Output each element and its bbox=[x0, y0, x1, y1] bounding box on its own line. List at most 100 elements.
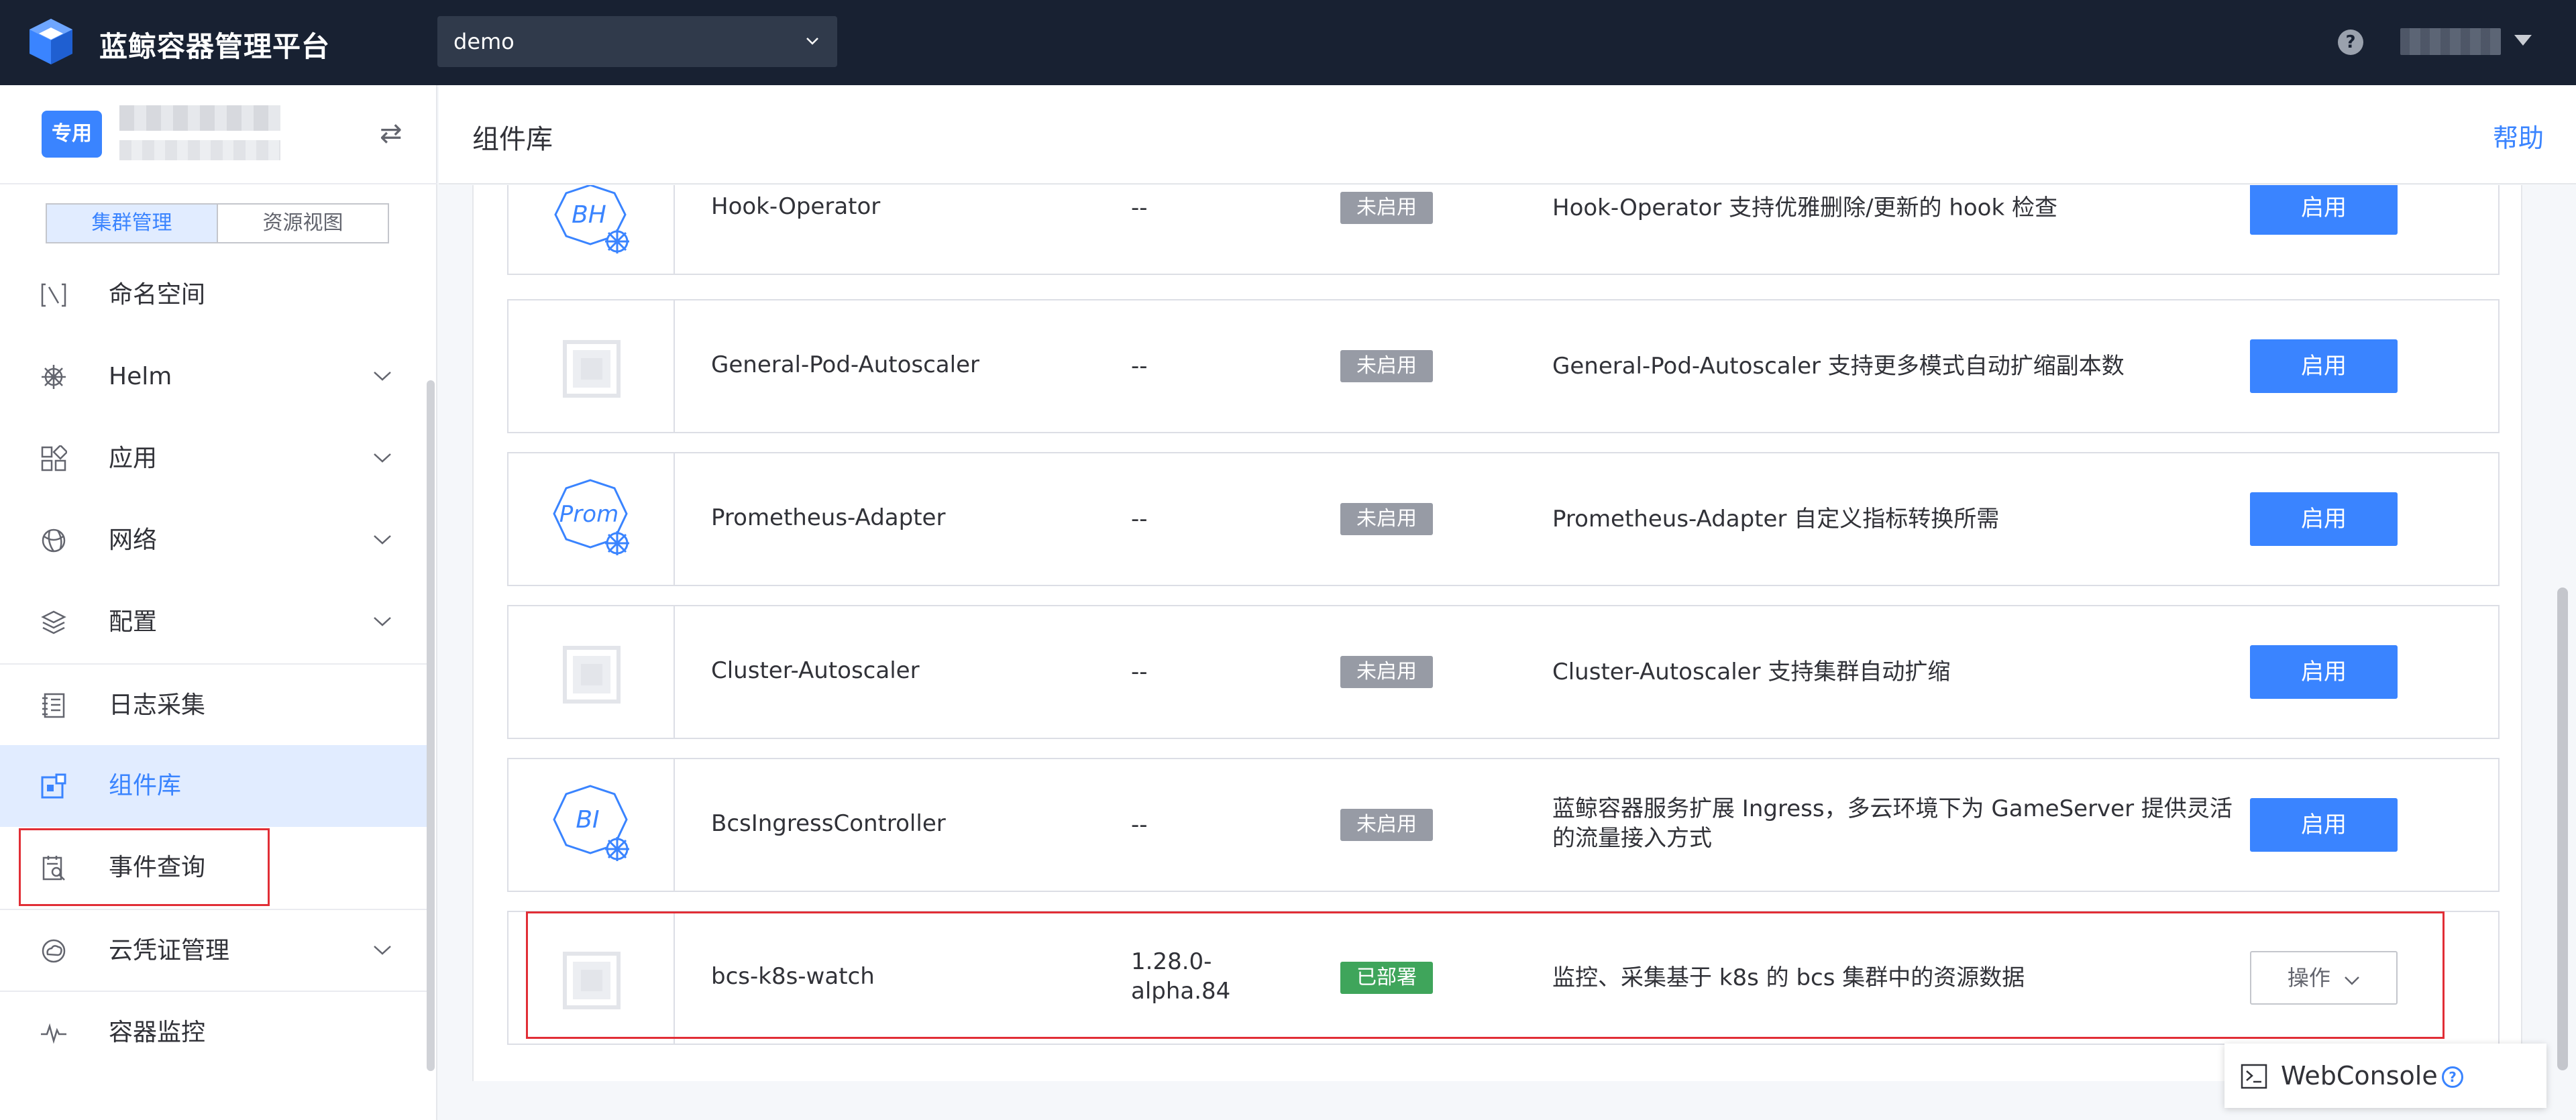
prometheus-adapter-logo-icon: Prom bbox=[553, 479, 629, 555]
log-icon bbox=[42, 693, 65, 718]
help-link[interactable]: 帮助 bbox=[2493, 117, 2544, 154]
enable-button[interactable]: 启用 bbox=[2250, 339, 2398, 393]
component-logo-cell: BH bbox=[508, 185, 675, 274]
page-title: 组件库 bbox=[472, 124, 553, 155]
component-description: General-Pod-Autoscaler 支持更多模式自动扩缩副本数 bbox=[1552, 353, 2125, 380]
component-name: Cluster-Autoscaler bbox=[711, 657, 920, 684]
component-description: 蓝鲸容器服务扩展 Ingress，多云环境下为 GameServer 提供灵活的… bbox=[1552, 795, 2233, 852]
terminal-icon bbox=[2241, 1064, 2267, 1089]
project-select-value: demo bbox=[453, 29, 515, 54]
sidebar-item-cloud-credential[interactable]: 云凭证管理 bbox=[0, 909, 428, 991]
chevron-down-icon bbox=[374, 535, 391, 545]
svg-text:BH: BH bbox=[572, 201, 606, 229]
apps-icon bbox=[41, 445, 67, 471]
status-badge: 未启用 bbox=[1340, 809, 1433, 841]
hook-operator-logo-icon: BH bbox=[554, 185, 629, 254]
component-logo-cell: Prom bbox=[508, 453, 675, 585]
component-logo-cell bbox=[508, 606, 675, 738]
component-version: -- bbox=[1131, 506, 1148, 533]
component-version: -- bbox=[1131, 811, 1148, 838]
default-component-icon bbox=[563, 340, 621, 398]
selected-row-highlight bbox=[526, 911, 2445, 1039]
sidebar-item-apps[interactable]: 应用 bbox=[0, 418, 428, 500]
sidebar-item-config[interactable]: 配置 bbox=[0, 581, 428, 663]
component-description: Prometheus-Adapter 自定义指标转换所需 bbox=[1552, 506, 2000, 533]
sidebar-item-namespace[interactable]: 命名空间 bbox=[0, 254, 428, 336]
sidebar-item-label: 应用 bbox=[109, 445, 158, 472]
tab-resource-view[interactable]: 资源视图 bbox=[218, 205, 388, 242]
component-description: Cluster-Autoscaler 支持集群自动扩缩 bbox=[1552, 659, 1951, 685]
switch-cluster-icon[interactable]: ⇄ bbox=[380, 120, 407, 147]
component-name: Hook-Operator bbox=[711, 193, 881, 220]
tab-cluster-management[interactable]: 集群管理 bbox=[47, 205, 218, 242]
component-version: -- bbox=[1131, 659, 1148, 685]
sidebar-item-container-monitor[interactable]: 容器监控 bbox=[0, 991, 428, 1072]
status-badge: 未启用 bbox=[1340, 503, 1433, 535]
user-caret-icon[interactable] bbox=[2514, 35, 2532, 46]
sidebar-item-label: 命名空间 bbox=[109, 281, 206, 309]
component-description: Hook-Operator 支持优雅删除/更新的 hook 检查 bbox=[1552, 194, 2057, 221]
enable-button[interactable]: 启用 bbox=[2250, 492, 2398, 546]
sidebar-item-component-library[interactable]: 组件库 bbox=[0, 745, 428, 827]
cluster-selector[interactable]: 专用 ⇄ bbox=[0, 85, 437, 184]
status-badge: 未启用 bbox=[1340, 192, 1433, 224]
chevron-down-icon bbox=[374, 946, 391, 955]
help-icon[interactable]: ? bbox=[2338, 30, 2363, 55]
network-icon bbox=[42, 528, 66, 553]
chevron-down-icon bbox=[374, 372, 391, 381]
chevron-down-icon bbox=[806, 38, 818, 45]
component-logo-cell bbox=[508, 300, 675, 432]
layers-icon bbox=[41, 610, 66, 634]
sidebar-item-log-collection[interactable]: 日志采集 bbox=[0, 663, 428, 745]
sidebar-scrollbar[interactable] bbox=[427, 380, 435, 1071]
namespace-icon bbox=[41, 283, 66, 307]
enable-button[interactable]: 启用 bbox=[2250, 185, 2398, 235]
component-list: BH Hook-Operator -- 未启用 Hook-Operator 支持… bbox=[472, 185, 2522, 1081]
pulse-icon bbox=[41, 1023, 66, 1044]
status-badge: 未启用 bbox=[1340, 350, 1433, 382]
sidebar-nav: 命名空间 Helm 应用 网络 配置 日志采集 组件库 事件查询 云凭证管理 容… bbox=[0, 254, 428, 1072]
sidebar-item-label: Helm bbox=[109, 363, 172, 390]
sidebar-item-label: 日志采集 bbox=[109, 691, 206, 719]
cluster-name-blurred bbox=[119, 105, 280, 131]
enable-button[interactable]: 启用 bbox=[2250, 798, 2398, 852]
component-name: General-Pod-Autoscaler bbox=[711, 351, 979, 378]
enable-button[interactable]: 启用 bbox=[2250, 645, 2398, 699]
view-switch: 集群管理 资源视图 bbox=[46, 203, 389, 243]
webconsole-label: WebConsole bbox=[2281, 1061, 2438, 1090]
chevron-down-icon bbox=[374, 617, 391, 626]
sidebar-item-label: 配置 bbox=[109, 608, 158, 636]
cluster-type-badge: 专用 bbox=[42, 111, 102, 158]
default-component-icon bbox=[563, 646, 621, 704]
component-row: Cluster-Autoscaler -- 未启用 Cluster-Autosc… bbox=[507, 605, 2500, 739]
status-badge: 未启用 bbox=[1340, 656, 1433, 688]
bluking-logo-icon[interactable] bbox=[25, 16, 76, 67]
component-version: -- bbox=[1131, 194, 1148, 221]
cloud-credential-icon bbox=[42, 939, 66, 963]
content-header: 组件库 帮助 bbox=[439, 85, 2576, 184]
component-row: General-Pod-Autoscaler -- 未启用 General-Po… bbox=[507, 299, 2500, 433]
bcs-ingress-logo-icon: BI bbox=[553, 785, 629, 861]
sidebar-item-label: 云凭证管理 bbox=[109, 937, 230, 964]
component-logo-cell: BI bbox=[508, 759, 675, 891]
component-name: Prometheus-Adapter bbox=[711, 504, 946, 531]
component-row: BI BcsIngressController -- 未启用 蓝鲸容器服务扩展 … bbox=[507, 758, 2500, 892]
component-icon bbox=[41, 773, 66, 799]
question-icon[interactable]: ? bbox=[2442, 1066, 2463, 1088]
sidebar-item-label: 容器监控 bbox=[109, 1019, 206, 1046]
user-name-blurred[interactable] bbox=[2400, 28, 2501, 55]
component-version: -- bbox=[1131, 353, 1148, 380]
app-title[interactable]: 蓝鲸容器管理平台 bbox=[99, 24, 330, 65]
svg-text:Prom: Prom bbox=[559, 501, 619, 528]
content-scrollbar[interactable] bbox=[2557, 587, 2568, 1070]
sidebar-item-network[interactable]: 网络 bbox=[0, 500, 428, 581]
project-select[interactable]: demo bbox=[437, 16, 837, 67]
webconsole-button[interactable]: WebConsole ? bbox=[2224, 1044, 2546, 1108]
sidebar-item-label: 组件库 bbox=[109, 772, 182, 799]
sidebar: 专用 ⇄ 集群管理 资源视图 命名空间 Helm 应用 网络 配置 日志采集 组… bbox=[0, 85, 437, 1120]
cluster-id-blurred bbox=[119, 140, 280, 160]
sidebar-item-helm[interactable]: Helm bbox=[0, 336, 428, 418]
active-item-highlight bbox=[19, 828, 270, 906]
sidebar-item-label: 网络 bbox=[109, 526, 158, 554]
component-row: Prom Prometheus-Adapter -- 未启用 Prometheu… bbox=[507, 452, 2500, 586]
